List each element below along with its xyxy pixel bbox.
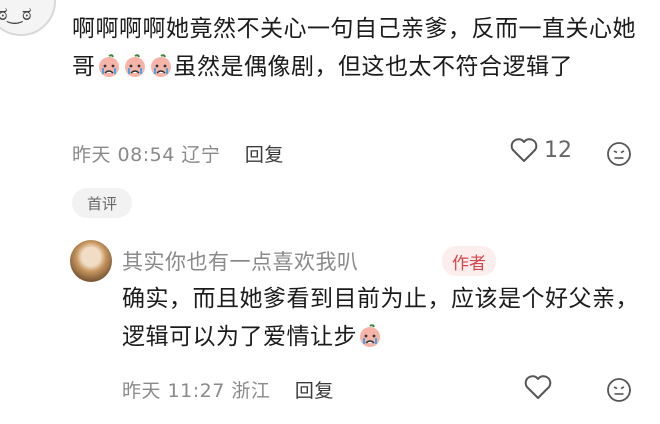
heart-icon [510,138,538,162]
like-button[interactable] [524,374,558,400]
like-count: 12 [544,137,572,163]
emoji-reaction-icon[interactable] [606,141,632,167]
reply-button[interactable]: 回复 [295,380,334,402]
reply-meta: 昨天 11:27 浙江 回复 [122,376,334,403]
top-avatar[interactable]: ಠ‿ಠ [0,0,56,36]
author-badge: 作者 [442,246,496,276]
crying-face-icon [124,54,145,77]
like-button[interactable]: 12 [510,137,572,163]
crying-face-icon [150,54,171,77]
crying-face-icon [98,54,119,77]
reply-time: 昨天 11:27 [122,380,225,402]
comment-meta: 昨天 08:54 辽宁 回复 [72,140,284,167]
reply-avatar[interactable] [70,240,112,282]
heart-icon [524,375,552,399]
emoji-reaction-icon[interactable] [606,377,632,403]
comment-location: 辽宁 [181,144,221,166]
comment-time: 昨天 08:54 [72,144,175,166]
first-comment-badge: 首评 [72,188,132,218]
crying-face-icon [360,324,380,347]
comment-text: 啊啊啊啊她竟然不关心一句自己亲爹，反而一直关心她哥 虽然是偶像剧，但这也太不符合逻… [72,10,642,86]
reply-button[interactable]: 回复 [245,144,284,166]
reply-location: 浙江 [231,380,271,402]
reply-username[interactable]: 其实你也有一点喜欢我叭 [122,246,359,276]
avatar-face-icon: ಠ‿ಠ [0,4,32,25]
reply-text: 确实，而且她爹看到目前为止，应该是个好父亲，逻辑可以为了爱情让步 [122,280,642,356]
comment-text-part: 虽然是偶像剧，但这也太不符合逻辑了 [173,54,573,80]
